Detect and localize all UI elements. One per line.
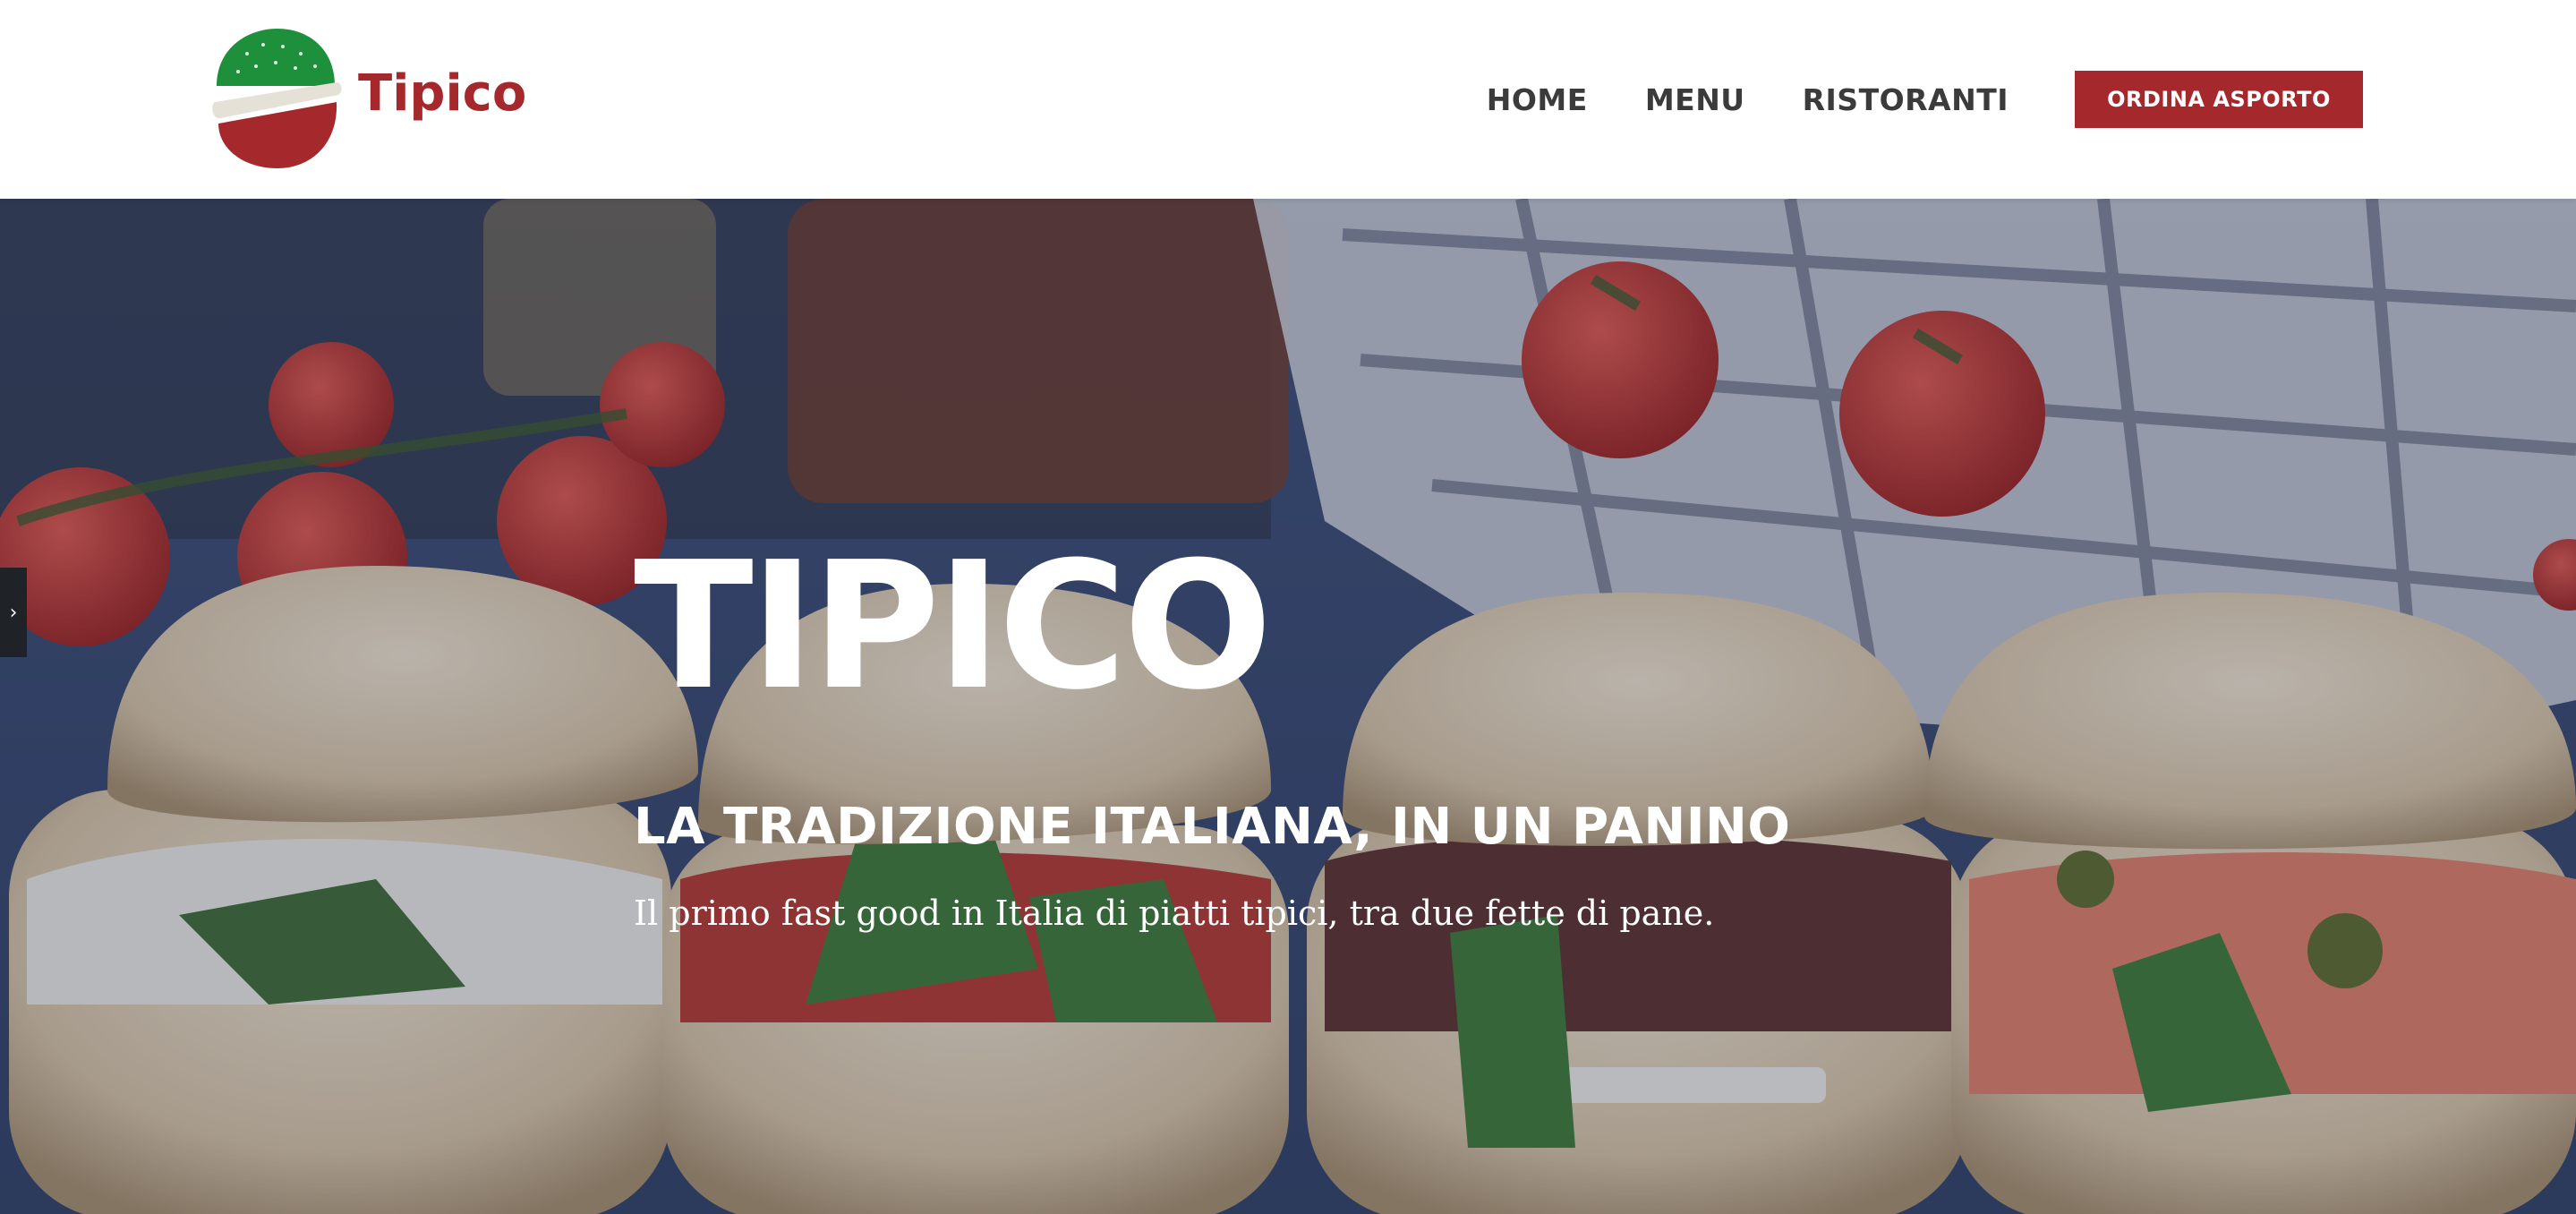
order-takeaway-button[interactable]: ORDINA ASPORTO bbox=[2075, 71, 2363, 128]
burger-logo-icon bbox=[212, 29, 342, 168]
side-panel-toggle[interactable]: › bbox=[0, 568, 27, 657]
hero-content: TIPICO LA TRADIZIONE ITALIANA, IN UN PAN… bbox=[634, 539, 2155, 935]
logo-link[interactable]: Tipico bbox=[211, 27, 526, 170]
brand-name: Tipico bbox=[358, 64, 527, 123]
hero-tagline: Il primo fast good in Italia di piatti t… bbox=[634, 893, 1715, 933]
nav-home-link[interactable]: HOME bbox=[1487, 82, 1588, 117]
chevron-right-icon: › bbox=[9, 601, 18, 624]
hero-subtitle: LA TRADIZIONE ITALIANA, IN UN PANINO bbox=[634, 798, 1791, 856]
site-header: Tipico HOME MENU RISTORANTI ORDINA ASPOR… bbox=[0, 0, 2576, 199]
nav-menu-link[interactable]: MENU bbox=[1645, 82, 1745, 117]
hero-section: › TIPICO LA TRADIZIONE ITALIANA, IN UN P… bbox=[0, 199, 2576, 1214]
main-nav: HOME MENU RISTORANTI ORDINA ASPORTO bbox=[1487, 0, 2576, 199]
nav-ristoranti-link[interactable]: RISTORANTI bbox=[1803, 82, 2009, 117]
hero-title: TIPICO bbox=[634, 525, 1273, 729]
